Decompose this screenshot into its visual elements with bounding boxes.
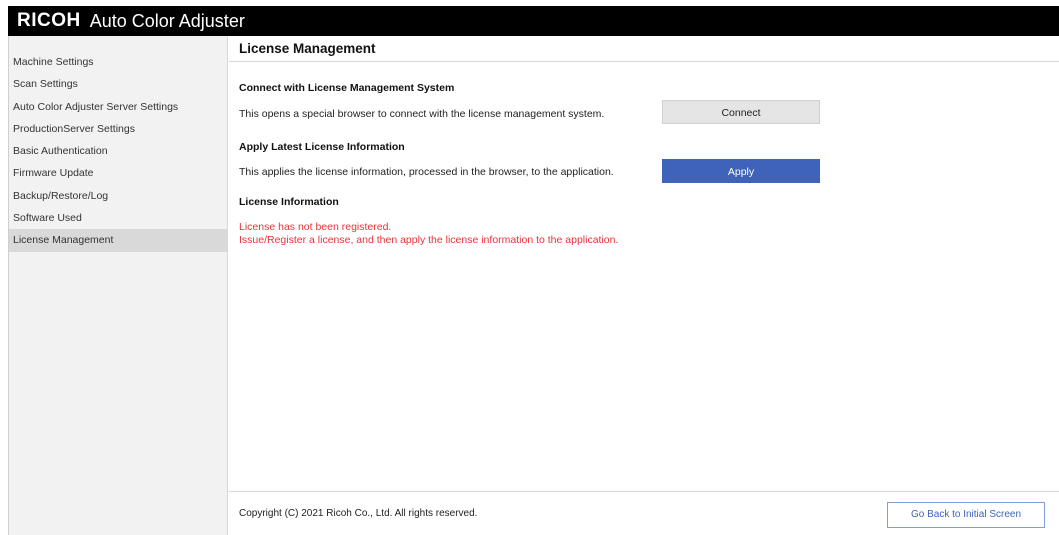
connect-button[interactable]: Connect bbox=[662, 100, 820, 124]
sidebar-item-software-used[interactable]: Software Used bbox=[9, 207, 227, 229]
license-info-message: License has not been registered. Issue/R… bbox=[239, 221, 839, 247]
title-bar: RICOH Auto Color Adjuster bbox=[8, 6, 1059, 36]
apply-section: Apply Latest License Information bbox=[239, 141, 839, 153]
sidebar-item-productionserver-settings[interactable]: ProductionServer Settings bbox=[9, 118, 227, 140]
apply-button[interactable]: Apply bbox=[662, 159, 820, 183]
app-title: Auto Color Adjuster bbox=[89, 10, 245, 31]
sidebar-item-firmware-update[interactable]: Firmware Update bbox=[9, 162, 227, 184]
sidebar-item-basic-authentication[interactable]: Basic Authentication bbox=[9, 140, 227, 162]
sidebar-item-auto-color-adjuster-server-settings[interactable]: Auto Color Adjuster Server Settings bbox=[9, 96, 227, 118]
copyright-text: Copyright (C) 2021 Ricoh Co., Ltd. All r… bbox=[239, 508, 478, 519]
sidebar-item-machine-settings[interactable]: Machine Settings bbox=[9, 51, 227, 73]
main-panel: License Management Connect with License … bbox=[229, 36, 1059, 535]
sidebar: Machine Settings Scan Settings Auto Colo… bbox=[9, 36, 228, 535]
footer: Copyright (C) 2021 Ricoh Co., Ltd. All r… bbox=[229, 491, 1059, 535]
apply-section-title: Apply Latest License Information bbox=[239, 141, 405, 153]
app-window: RICOH Auto Color Adjuster Machine Settin… bbox=[0, 0, 1059, 535]
page-title: License Management bbox=[229, 36, 1059, 62]
connect-section: Connect with License Management System bbox=[239, 82, 839, 94]
license-status-message: License has not been registered. bbox=[239, 221, 392, 233]
body-area: Machine Settings Scan Settings Auto Colo… bbox=[8, 36, 1059, 535]
sidebar-item-license-management[interactable]: License Management bbox=[9, 229, 227, 252]
connect-section-title: Connect with License Management System bbox=[239, 82, 455, 94]
license-info-section: License Information bbox=[239, 196, 839, 208]
ricoh-logo: RICOH bbox=[17, 10, 81, 31]
license-instruction-message: Issue/Register a license, and then apply… bbox=[239, 234, 619, 246]
sidebar-item-scan-settings[interactable]: Scan Settings bbox=[9, 73, 227, 95]
sidebar-item-backup-restore-log[interactable]: Backup/Restore/Log bbox=[9, 185, 227, 207]
license-info-title: License Information bbox=[239, 196, 339, 208]
go-back-to-initial-screen-button[interactable]: Go Back to Initial Screen bbox=[887, 502, 1045, 528]
